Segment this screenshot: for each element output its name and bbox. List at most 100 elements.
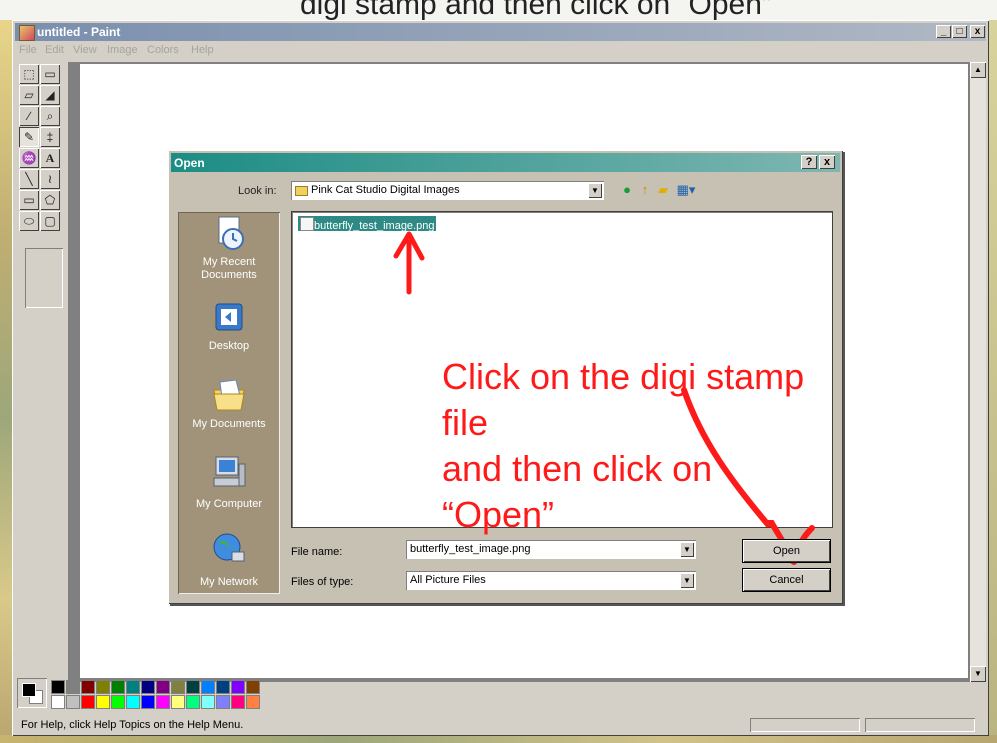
- minimize-button[interactable]: _: [936, 25, 951, 38]
- airbrush-tool[interactable]: ♒: [19, 148, 39, 168]
- brush-tool[interactable]: ‡: [40, 127, 60, 147]
- current-colors[interactable]: [17, 678, 47, 708]
- palette-swatch[interactable]: [171, 680, 185, 694]
- chevron-down-icon[interactable]: ▼: [680, 573, 694, 588]
- palette-swatch[interactable]: [51, 680, 65, 694]
- my-network-icon: [213, 533, 245, 562]
- palette-swatch[interactable]: [141, 680, 155, 694]
- paint-title-bar[interactable]: untitled - Paint _ □ x: [15, 23, 986, 41]
- open-button[interactable]: Open: [743, 540, 830, 562]
- free-select-tool[interactable]: ⬚: [19, 64, 39, 84]
- look-in-label: Look in:: [238, 185, 277, 197]
- menu-image[interactable]: Image: [107, 44, 138, 56]
- palette-swatch[interactable]: [216, 695, 230, 709]
- palette-swatch[interactable]: [126, 680, 140, 694]
- new-folder-icon[interactable]: ▰: [656, 183, 670, 197]
- look-in-dropdown[interactable]: Pink Cat Studio Digital Images ▼: [291, 181, 604, 200]
- palette-swatch[interactable]: [201, 695, 215, 709]
- eraser-tool[interactable]: ▱: [19, 85, 39, 105]
- place-recent-documents[interactable]: My Recent Documents: [178, 214, 280, 292]
- my-computer-icon: [213, 456, 246, 487]
- background-left: [0, 20, 12, 743]
- rounded-rect-tool[interactable]: ▢: [40, 211, 60, 231]
- file-name-input[interactable]: butterfly_test_image.png ▼: [406, 540, 696, 559]
- palette-swatch[interactable]: [81, 680, 95, 694]
- palette-swatch[interactable]: [96, 695, 110, 709]
- paint-app-icon[interactable]: [19, 25, 35, 41]
- scroll-up-button[interactable]: ▲: [970, 62, 986, 78]
- palette-swatch[interactable]: [96, 680, 110, 694]
- up-folder-icon[interactable]: ↑: [638, 183, 652, 197]
- foreground-color[interactable]: [22, 683, 36, 697]
- curve-tool[interactable]: ≀: [40, 169, 60, 189]
- dialog-close-button[interactable]: x: [819, 155, 835, 169]
- palette-swatch[interactable]: [156, 695, 170, 709]
- palette-swatch[interactable]: [81, 695, 95, 709]
- background-bottom: [0, 735, 997, 743]
- ellipse-tool[interactable]: ⬭: [19, 211, 39, 231]
- palette-swatch[interactable]: [156, 680, 170, 694]
- close-button[interactable]: x: [970, 25, 985, 38]
- desktop-icon: [215, 303, 243, 331]
- place-my-network[interactable]: My Network: [178, 530, 280, 594]
- recent-documents-icon: [218, 216, 244, 250]
- background-top: digi stamp and then click on “Open”: [0, 0, 997, 22]
- menu-help[interactable]: Help: [191, 44, 214, 56]
- palette-swatch[interactable]: [51, 695, 65, 709]
- cancel-button[interactable]: Cancel: [743, 569, 830, 591]
- menu-edit[interactable]: Edit: [45, 44, 64, 56]
- dialog-title-bar[interactable]: Open ? x: [171, 153, 840, 172]
- file-name-value: butterfly_test_image.png: [410, 543, 531, 555]
- file-list[interactable]: butterfly_test_image.png Click on the di…: [292, 212, 832, 535]
- place-my-computer[interactable]: My Computer: [178, 454, 280, 532]
- palette-swatch[interactable]: [231, 680, 245, 694]
- palette-swatch[interactable]: [111, 680, 125, 694]
- pick-color-tool[interactable]: ∕: [19, 106, 39, 126]
- paint-window-title: untitled - Paint: [37, 25, 121, 39]
- line-tool[interactable]: ╲: [19, 169, 39, 189]
- toolbox: ⬚ ▭ ▱ ◢ ∕ ⌕ ✎ ‡ ♒ A ╲ ≀ ▭ ⬠ ⬭ ▢: [17, 64, 67, 304]
- files-of-type-dropdown[interactable]: All Picture Files ▼: [406, 571, 696, 590]
- dialog-help-button[interactable]: ?: [801, 155, 817, 169]
- palette-swatch[interactable]: [66, 695, 80, 709]
- place-my-documents[interactable]: My Documents: [178, 376, 280, 454]
- banner-text: digi stamp and then click on “Open”: [300, 0, 772, 21]
- vertical-scrollbar[interactable]: ▲ ▼: [970, 62, 986, 682]
- palette-swatch[interactable]: [186, 680, 200, 694]
- rectangle-tool[interactable]: ▭: [19, 190, 39, 210]
- menu-file[interactable]: File: [19, 44, 37, 56]
- menu-colors[interactable]: Colors: [147, 44, 179, 56]
- status-cell-size: [865, 718, 975, 732]
- text-tool[interactable]: A: [40, 148, 60, 168]
- place-label: My Recent Documents: [201, 256, 257, 281]
- palette-swatch[interactable]: [246, 680, 260, 694]
- palette-swatch[interactable]: [66, 680, 80, 694]
- palette-swatch[interactable]: [246, 695, 260, 709]
- palette-swatch[interactable]: [141, 695, 155, 709]
- place-desktop[interactable]: Desktop: [178, 300, 280, 378]
- palette-swatch[interactable]: [171, 695, 185, 709]
- palette-swatch[interactable]: [201, 680, 215, 694]
- place-label: My Network: [199, 576, 259, 588]
- views-menu-icon[interactable]: ▦▾: [674, 183, 698, 197]
- scroll-down-button[interactable]: ▼: [970, 666, 986, 682]
- palette-swatch[interactable]: [231, 695, 245, 709]
- palette-swatch[interactable]: [111, 695, 125, 709]
- tool-options-box[interactable]: [25, 248, 63, 308]
- chevron-down-icon[interactable]: ▼: [588, 183, 602, 198]
- palette-swatch[interactable]: [216, 680, 230, 694]
- chevron-down-icon[interactable]: ▼: [680, 542, 694, 557]
- open-dialog: Open ? x Look in: Pink Cat Studio Digita…: [168, 150, 843, 604]
- back-icon[interactable]: ●: [620, 183, 634, 197]
- rect-select-tool[interactable]: ▭: [40, 64, 60, 84]
- magnifier-tool[interactable]: ⌕: [40, 106, 60, 126]
- pencil-tool[interactable]: ✎: [19, 127, 39, 147]
- dialog-title: Open: [174, 156, 205, 170]
- maximize-button[interactable]: □: [952, 25, 967, 38]
- palette-swatch[interactable]: [126, 695, 140, 709]
- menu-view[interactable]: View: [73, 44, 97, 56]
- palette-swatch[interactable]: [186, 695, 200, 709]
- fill-tool[interactable]: ◢: [40, 85, 60, 105]
- files-of-type-value: All Picture Files: [410, 574, 486, 586]
- polygon-tool[interactable]: ⬠: [40, 190, 60, 210]
